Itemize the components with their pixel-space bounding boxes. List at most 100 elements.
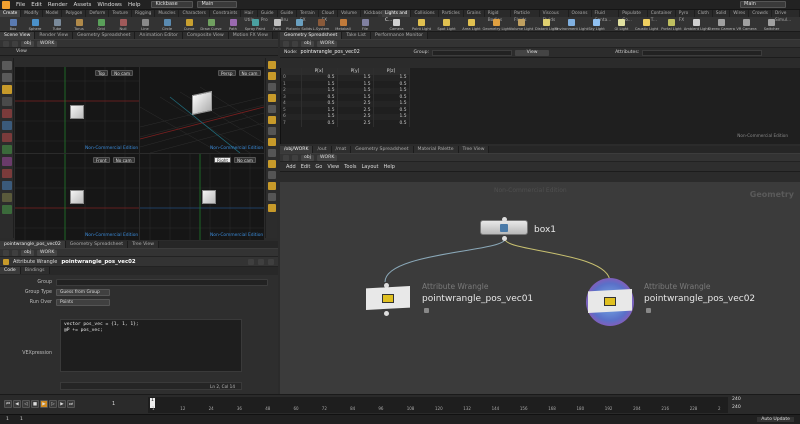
display-option-icon[interactable] <box>268 138 276 146</box>
node-input-icon[interactable] <box>502 217 507 222</box>
display-option-icon[interactable] <box>268 116 276 124</box>
display-option-icon[interactable] <box>268 94 276 102</box>
run-over-dropdown[interactable]: Points <box>56 298 110 306</box>
menu-edit[interactable]: Edit <box>28 2 45 8</box>
param-tab[interactable]: pointwrangle_pos_vec02 <box>0 241 66 248</box>
move-tool-icon[interactable] <box>2 73 12 82</box>
network-menu-view[interactable]: View <box>327 164 339 170</box>
last-frame-icon[interactable]: ⏭ <box>67 400 75 408</box>
end-frame-2[interactable]: 240 <box>732 405 741 410</box>
context-dropdown[interactable]: Main <box>197 1 238 8</box>
snap-tool-icon[interactable] <box>2 145 12 154</box>
right-context-dropdown[interactable]: Main <box>740 1 786 8</box>
display-option-icon[interactable] <box>268 160 276 168</box>
shelf-tool-spot-light[interactable]: Spot Light <box>434 18 459 32</box>
shelf-tool-vr-camera[interactable]: VR Camera <box>734 18 759 32</box>
menu-help[interactable]: Help <box>125 2 144 8</box>
handle-tool-icon[interactable] <box>2 85 12 94</box>
scene-tab[interactable]: Motion FX View <box>228 32 273 39</box>
shelf-tab[interactable]: Deform <box>86 10 110 17</box>
shelf-tab[interactable]: Populate Co... <box>619 10 648 23</box>
view-dropdown[interactable]: View <box>515 49 550 56</box>
shelf-tool-curve[interactable]: Curve <box>178 18 200 32</box>
shelf-tab[interactable]: Guide Bru <box>278 10 298 23</box>
shelf-tab[interactable]: Volume <box>338 10 361 17</box>
forward-icon[interactable] <box>12 249 18 256</box>
shelf-tab[interactable]: Guide Pro <box>258 10 278 23</box>
shelf-tool-l-system[interactable]: L-System <box>310 18 332 32</box>
viewport-persp[interactable]: Persp No cam Non-Commercial Edition <box>140 67 264 153</box>
shelf-tool-geometry-light[interactable]: Geometry Light <box>482 18 511 32</box>
display-option-icon[interactable] <box>268 105 276 113</box>
menu-assets[interactable]: Assets <box>70 2 94 8</box>
right-nocam-button[interactable]: No cam <box>234 157 257 163</box>
start-frame-field[interactable]: 1 <box>20 417 23 422</box>
shelf-tab[interactable]: Rigging <box>132 10 156 17</box>
display-option-icon[interactable] <box>268 204 276 212</box>
next-key-icon[interactable]: ▶ <box>58 400 66 408</box>
viewport-right[interactable]: Right No cam Non-Commercial Edition <box>140 154 264 240</box>
forward-icon[interactable] <box>12 40 18 47</box>
tab-bindings[interactable]: Bindings <box>20 267 50 274</box>
param-tab[interactable]: Geometry Spreadsheet <box>65 241 129 248</box>
node-path-field[interactable]: pointwrangle_pos_vec02 <box>301 50 411 55</box>
shelf-tool-spray-paint[interactable]: Spray Paint <box>244 18 266 32</box>
shelf-tool-circle[interactable]: Circle <box>156 18 178 32</box>
shelf-tool-point-light[interactable]: Point Light <box>409 18 434 32</box>
scale-tool-icon[interactable] <box>2 133 12 142</box>
shelf-tool-sky-light[interactable]: Sky Light <box>584 18 609 32</box>
network-menu-add[interactable]: Add <box>286 164 296 170</box>
scene-tab[interactable]: Geometry Spreadsheet <box>73 32 136 39</box>
table-row[interactable]: 7 0.5 2.5 0.5 <box>281 120 410 127</box>
shelf-tab[interactable]: Grains <box>464 10 485 17</box>
persp-camera-button[interactable]: Persp <box>218 70 236 76</box>
shelf-tab[interactable]: Crowds <box>749 10 772 17</box>
shelf-tool-gi-light[interactable]: GI Light <box>609 18 634 32</box>
forward-icon[interactable] <box>292 154 298 161</box>
shelf-tab[interactable]: Cloud FX <box>319 10 338 23</box>
top-camera-button[interactable]: Top <box>95 70 109 76</box>
current-frame[interactable]: 1 <box>112 401 115 407</box>
shelf-tool-grid[interactable]: Grid <box>90 18 112 32</box>
shelf-tab[interactable]: Hair Utils <box>241 10 258 23</box>
spreadsheet-table[interactable]: P[x] P[y] P[z] 0 0.5 1.5 1.5 1 1.5 1.5 0.5 2 1.5 1.5 1… <box>281 68 410 127</box>
display-option-icon[interactable] <box>268 182 276 190</box>
path-work[interactable]: WORK <box>37 40 58 47</box>
node-output-icon[interactable] <box>502 236 507 241</box>
scene-tab[interactable]: Render View <box>35 32 74 39</box>
step-forward-icon[interactable]: ▷ <box>49 400 57 408</box>
scene-tab[interactable]: Scene View <box>0 32 36 39</box>
spreadsheet-tab[interactable]: Take List <box>342 32 371 39</box>
network-editor[interactable]: Non-Commercial Edition Geometry box1 Att… <box>280 182 800 394</box>
shelf-tab[interactable]: Cloth <box>695 10 713 17</box>
end-frame[interactable]: 240 <box>732 397 741 402</box>
shelf-tab[interactable]: Viscous Fluids <box>540 10 569 23</box>
spreadsheet-tab[interactable]: Geometry Spreadsheet <box>280 32 343 39</box>
network-tab[interactable]: Tree View <box>458 146 490 153</box>
path-work[interactable]: WORK <box>37 249 58 256</box>
viewport-front[interactable]: Front No cam Non-Commercial Edition <box>15 154 139 240</box>
view-tool-icon[interactable] <box>2 97 12 106</box>
shelf-tool-camera[interactable]: Camera <box>384 18 409 32</box>
pose-tool-icon[interactable] <box>2 109 12 118</box>
shelf-tool-file[interactable]: File <box>354 18 376 32</box>
display-option-icon[interactable] <box>268 193 276 201</box>
shelf-tool-torus[interactable]: Torus <box>68 18 90 32</box>
network-tab[interactable]: /mat <box>331 146 352 153</box>
network-menu-tools[interactable]: Tools <box>344 164 356 170</box>
back-icon[interactable] <box>283 154 289 161</box>
display-option-icon[interactable] <box>268 149 276 157</box>
shelf-tab[interactable]: Rigid Bodies <box>485 10 511 23</box>
shelf-tab[interactable]: Solid <box>713 10 731 17</box>
display-option-icon[interactable] <box>268 127 276 135</box>
shelf-tab[interactable]: Wires <box>730 10 750 17</box>
shelf-tool-switcher[interactable]: Switcher <box>759 18 784 32</box>
help-icon[interactable] <box>258 258 264 265</box>
shelf-tool-area-light[interactable]: Area Light <box>459 18 484 32</box>
shelf-tab[interactable]: Pyro FX <box>676 10 695 23</box>
vex-code-editor[interactable]: vector pos_vec = {1, 1, 1}; @P += pos_ve… <box>60 319 242 372</box>
shelf-tab[interactable]: Container T... <box>648 10 676 23</box>
shelf-tab[interactable]: Model <box>43 10 63 17</box>
network-menu-edit[interactable]: Edit <box>301 164 311 170</box>
display-option-icon[interactable] <box>268 83 276 91</box>
